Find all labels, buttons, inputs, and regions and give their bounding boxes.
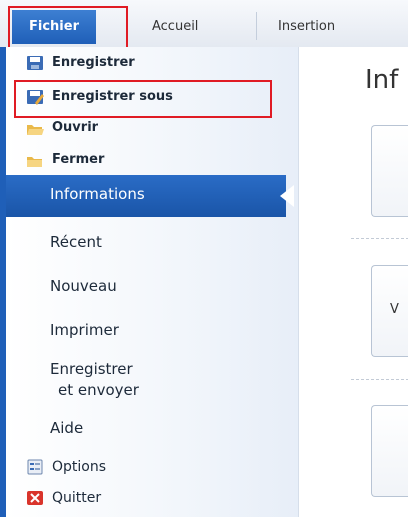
nav-print[interactable]: Imprimer bbox=[50, 321, 119, 339]
command-exit[interactable]: Quitter bbox=[52, 487, 101, 509]
info-card-2-label: V bbox=[390, 302, 399, 317]
tab-home[interactable]: Accueil bbox=[146, 16, 204, 38]
info-pane: Inf V bbox=[298, 47, 408, 517]
nav-recent[interactable]: Récent bbox=[50, 233, 102, 251]
info-card-3[interactable] bbox=[371, 405, 408, 497]
pane-title: Inf bbox=[365, 65, 399, 95]
command-close[interactable]: Fermer bbox=[52, 149, 104, 171]
nav-help[interactable]: Aide bbox=[50, 419, 83, 437]
nav-info[interactable]: Informations bbox=[6, 175, 286, 217]
open-folder-icon bbox=[27, 125, 44, 135]
save-icon bbox=[27, 56, 43, 70]
command-open[interactable]: Ouvrir bbox=[52, 117, 98, 139]
info-card-2[interactable]: V bbox=[371, 265, 408, 357]
tab-insert[interactable]: Insertion bbox=[272, 16, 341, 38]
nav-save-send-line1[interactable]: Enregistrer bbox=[50, 360, 133, 378]
divider-1 bbox=[351, 238, 408, 239]
close-folder-icon bbox=[27, 157, 42, 167]
nav-new[interactable]: Nouveau bbox=[50, 277, 117, 295]
command-options[interactable]: Options bbox=[52, 456, 106, 478]
active-nav-pointer bbox=[280, 185, 294, 207]
info-card-1[interactable] bbox=[371, 125, 408, 217]
options-icon bbox=[27, 459, 43, 475]
tab-separator bbox=[256, 12, 257, 40]
highlight-box-save-as bbox=[14, 80, 272, 118]
command-save[interactable]: Enregistrer bbox=[52, 52, 135, 74]
nav-save-send-line2[interactable]: et envoyer bbox=[58, 381, 139, 399]
nav-info-label: Informations bbox=[50, 185, 145, 203]
exit-icon bbox=[27, 491, 43, 505]
highlight-box-file-tab bbox=[8, 6, 128, 51]
divider-2 bbox=[351, 379, 408, 380]
